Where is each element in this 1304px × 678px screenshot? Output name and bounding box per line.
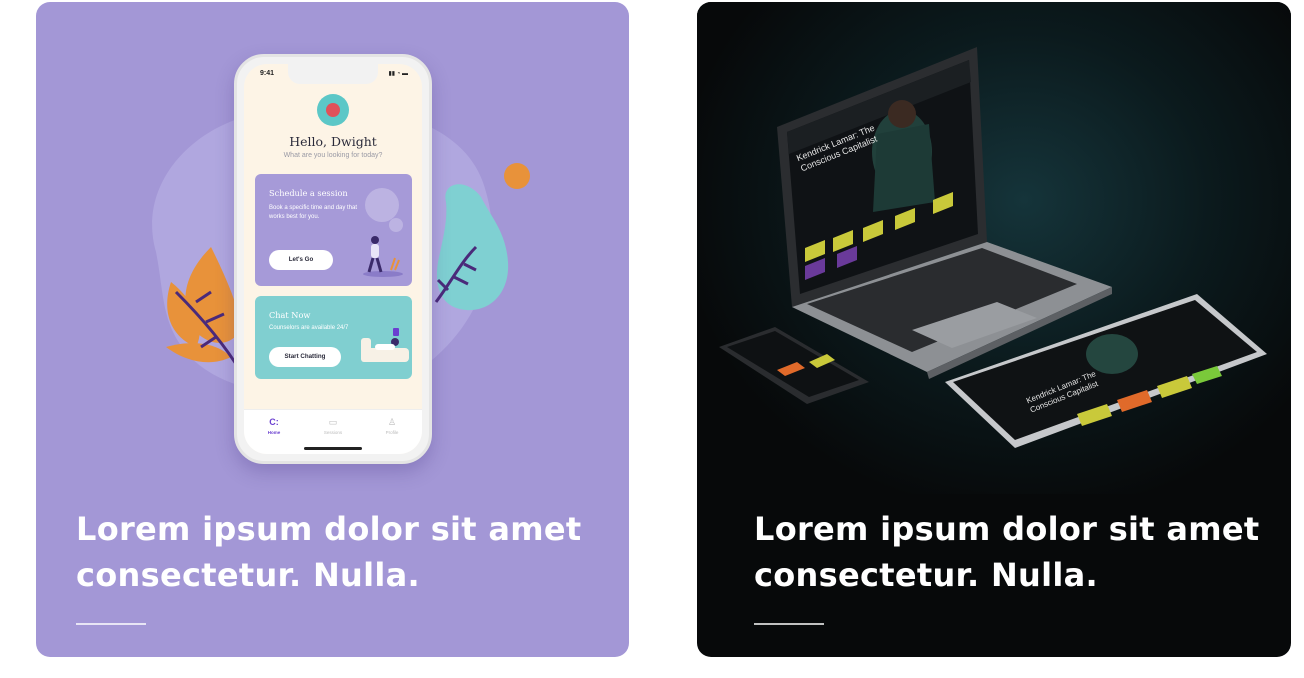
phone-notch <box>288 64 378 84</box>
tab-label: Sessions <box>323 430 343 435</box>
lets-go-button: Let's Go <box>269 250 333 270</box>
tab-sessions: ▭ Sessions <box>303 416 363 435</box>
greeting: Hello, Dwight <box>289 134 377 149</box>
phone-mockup: 9:41 ▮▮ ◔ ▬ Hello, Dwight What are you l… <box>234 54 432 464</box>
chat-icon: ▭ <box>328 417 338 427</box>
start-chatting-button: Start Chatting <box>269 347 341 367</box>
devices-illustration: Kendrick Lamar: The Conscious Capitalist… <box>697 2 1291 497</box>
card-streaming-showcase[interactable]: Kendrick Lamar: The Conscious Capitalist… <box>697 2 1291 657</box>
card-divider <box>754 623 824 625</box>
person-illustration-icon <box>363 236 403 277</box>
avatar <box>317 94 349 126</box>
device-mockups <box>719 47 1267 448</box>
tile-title: Chat Now <box>269 310 311 320</box>
greeting-subtitle: What are you looking for today? <box>283 152 383 159</box>
tab-label: Profile <box>385 430 399 435</box>
tile-description: Book a specific time and day that works … <box>269 205 358 220</box>
home-icon: C: <box>269 417 279 427</box>
phone-mockup <box>719 327 869 404</box>
chat-now-tile: Chat Now Counselors are available 24/7 S… <box>255 296 412 379</box>
card-caption: Lorem ipsum dolor sit amet consectetur. … <box>76 506 596 625</box>
tab-label: Home <box>267 430 281 435</box>
signal-battery-icon: ▮▮ ◔ ▬ <box>388 71 408 77</box>
card-divider <box>76 623 146 625</box>
couch-illustration-icon <box>361 328 409 362</box>
profile-icon: ♙ <box>387 417 397 427</box>
card-caption: Lorem ipsum dolor sit amet consectetur. … <box>754 506 1274 625</box>
home-indicator <box>304 447 362 450</box>
phone-screen: 9:41 ▮▮ ◔ ▬ Hello, Dwight What are you l… <box>244 64 422 454</box>
apple-icon <box>326 103 340 117</box>
card-title: Lorem ipsum dolor sit amet consectetur. … <box>754 510 1260 594</box>
tab-home: C: Home <box>244 416 304 435</box>
tile-title: Schedule a session <box>269 188 348 198</box>
card-title: Lorem ipsum dolor sit amet consectetur. … <box>76 510 582 594</box>
status-time: 9:41 <box>260 70 275 77</box>
tab-profile: ♙ Profile <box>362 416 422 435</box>
card-app-showcase[interactable]: 9:41 ▮▮ ◔ ▬ Hello, Dwight What are you l… <box>36 2 629 657</box>
laptop-mockup <box>777 47 1112 379</box>
app-illustration: 9:41 ▮▮ ◔ ▬ Hello, Dwight What are you l… <box>36 2 629 497</box>
schedule-session-tile: Schedule a session Book a specific time … <box>255 174 412 286</box>
stage-edge <box>697 494 1291 497</box>
